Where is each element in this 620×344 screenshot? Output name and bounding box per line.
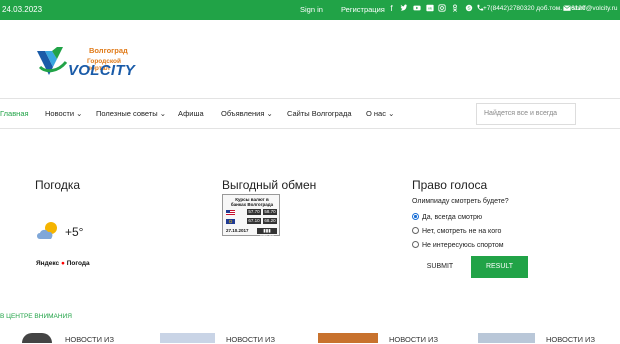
news-thumbnail[interactable] [478,333,535,343]
usa-flag-icon [226,210,235,215]
chevron-down-icon: ⌄ [159,109,167,118]
poll-option[interactable]: Нет, смотреть не на кого [412,227,501,235]
exchange-header: Курсы валют в банках Волгограда [230,197,274,207]
current-date: 24.03.2023 [2,5,43,14]
twitter-icon[interactable] [399,4,408,14]
partly-cloudy-icon [37,222,57,239]
usd-buy: 57.70 [247,209,261,215]
exchange-footer: 27.10.2017 ▮▮▮ 830.02 [225,228,279,239]
eur-buy: 67.10 [247,218,261,224]
nav-item-label: Объявления [221,109,265,118]
weather-source-icon: ● [60,260,65,267]
email-address[interactable]: shelf@volcity.ru [572,5,618,12]
search-placeholder: Найдется все и всегда [484,110,558,117]
weather-temperature: +5° [65,225,84,239]
nav-item-label: Новости [45,109,75,118]
skype-icon[interactable]: S [464,4,473,14]
poll-option-label: Да, всегда смотрю [422,214,483,221]
logo-city: Волгоград [89,46,128,55]
exchange-title: Выгодный обмен [222,178,317,192]
top-bar: 24.03.2023 Sign in Регистрация f vk S +7… [0,0,620,20]
news-thumbnail[interactable] [22,333,52,343]
logo-brand: VOLCITY [68,62,136,79]
nav-item-label: О нас [366,109,386,118]
chevron-down-icon: ⌄ [266,109,273,118]
svg-text:vk: vk [428,6,432,11]
radio-checked[interactable] [412,213,419,220]
exchange-extra: ▮▮▮ 830.02 [257,228,277,239]
yandex-weather-link[interactable]: Яндекс ● Погода [36,260,90,267]
vk-icon[interactable]: vk [425,4,434,14]
divider [0,128,620,129]
nav-item-label: Полезные советы [96,109,158,118]
svg-text:S: S [467,6,470,12]
eur-sell: 68.20 [263,218,277,224]
weather-source-label: Погода [66,260,90,267]
focus-section-label: В ЦЕНТРЕ ВНИМАНИЯ [0,313,72,320]
chevron-down-icon: ⌄ [388,109,395,118]
usd-sell: 58.70 [263,209,277,215]
site-logo[interactable]: Волгоград Городской портал VOLCITY [36,40,136,82]
radio-unchecked[interactable] [412,241,419,248]
volcity-logo-mark-icon [37,47,68,75]
poll-option-label: Не интересуюсь спортом [422,242,504,249]
nav-item-ads[interactable]: Объявления ⌄ [221,109,273,118]
divider [0,98,620,99]
news-thumbnail[interactable] [160,333,215,343]
poll-result-button[interactable]: RESULT [471,256,528,278]
radio-unchecked[interactable] [412,227,419,234]
news-thumbnail[interactable] [318,333,378,343]
poll-title: Право голоса [412,178,488,192]
nav-item-news[interactable]: Новости ⌄ [45,109,82,118]
chevron-down-icon: ⌄ [76,109,83,118]
facebook-icon[interactable]: f [387,4,396,14]
youtube-icon[interactable] [412,4,421,14]
search-input[interactable]: Найдется все и всегда [476,103,576,125]
exchange-date: 27.10.2017 [226,228,249,233]
poll-option-label: Нет, смотреть не на кого [422,228,502,235]
poll-option[interactable]: Да, всегда смотрю [412,213,482,221]
instagram-icon[interactable] [437,4,446,14]
exchange-rates-widget[interactable]: Курсы валют в банках Волгограда 57.70 58… [222,194,280,239]
poll-submit-button[interactable]: SUBMIT [412,256,468,278]
weather-title: Погодка [35,178,81,192]
nav-item-about[interactable]: О нас ⌄ [366,109,394,118]
yandex-label: Яндекс [36,260,60,267]
nav-item-sites[interactable]: Сайты Волгограда [287,109,352,118]
nav-item-home[interactable]: Главная [0,109,29,118]
odnoklassniki-icon[interactable] [450,4,459,14]
poll-question: Олимпиаду смотреть будете? [412,198,509,205]
poll-option[interactable]: Не интересуюсь спортом [412,241,504,249]
nav-item-tips[interactable]: Полезные советы ⌄ [96,109,166,118]
register-link[interactable]: Регистрация [341,5,385,14]
mail-icon [562,4,571,14]
nav-item-afisha[interactable]: Афиша [178,109,204,118]
exchange-row-usd: 57.70 58.70 [225,209,279,216]
exchange-row-eur: 67.10 68.20 [225,218,279,225]
eu-flag-icon [226,219,235,224]
sign-in-link[interactable]: Sign in [300,5,323,14]
